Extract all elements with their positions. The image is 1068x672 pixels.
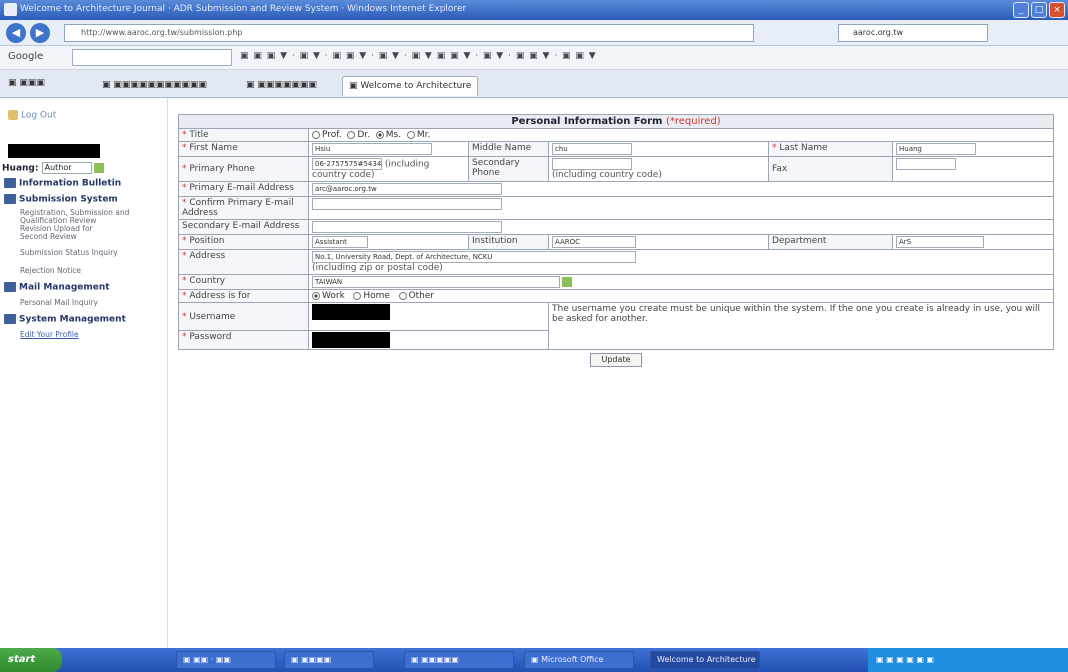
minimize-button[interactable]: _ (1013, 2, 1029, 18)
secondary-phone-label: Secondary Phone (472, 158, 520, 178)
country-label: Country (189, 276, 226, 286)
user-line: Huang: Author (2, 162, 104, 174)
middle-name-label: Middle Name (472, 143, 532, 153)
form-title: Personal Information Form (*required) (178, 114, 1054, 129)
title-label: Title (189, 130, 209, 140)
department-field[interactable]: ArS (896, 236, 984, 248)
folder-icon (4, 194, 16, 204)
favorites-button[interactable]: ▣ ▣▣▣ (8, 78, 45, 88)
radio-work[interactable] (312, 291, 320, 300)
secondary-phone-hint: (including country code) (552, 170, 662, 180)
taskbar-item-active[interactable]: Welcome to Architecture (650, 651, 760, 669)
position-label: Position (189, 236, 225, 246)
secondary-email-field[interactable] (312, 221, 502, 233)
taskbar-item[interactable]: ▣ ▣▣▣▣ (284, 651, 374, 669)
sidebar-item-edit-profile[interactable]: Edit Your Profile (20, 330, 79, 339)
middle-name-field[interactable]: chu (552, 143, 632, 155)
first-name-field[interactable]: Hsiu (312, 143, 432, 155)
role-select[interactable]: Author (41, 162, 92, 174)
position-field[interactable]: Assistant (312, 236, 368, 248)
sidebar-item-status[interactable]: Submission Status Inquiry (20, 248, 118, 257)
fax-label: Fax (772, 164, 788, 174)
country-dropdown-icon[interactable] (562, 277, 572, 287)
update-button[interactable]: Update (590, 353, 642, 367)
window-title: Welcome to Architecture Journal · ADR Su… (20, 4, 467, 14)
radio-prof[interactable] (312, 130, 320, 139)
taskbar-item[interactable]: ▣ Microsoft Office (524, 651, 634, 669)
last-name-label: Last Name (779, 143, 828, 153)
google-label: Google (8, 51, 44, 62)
role-go-button[interactable] (93, 163, 104, 173)
main-content: Personal Information Form (*required) * … (178, 114, 1054, 367)
password-field-redacted[interactable] (312, 332, 390, 348)
taskbar: start ▣ ▣▣ · ▣▣ ▣ ▣▣▣▣ ▣ ▣▣▣▣▣ ▣ Microso… (0, 648, 1068, 672)
google-toolbar: Google ▣ ▣ ▣ ▼ · ▣ ▼ · ▣ ▣ ▼ · ▣ ▼ · ▣ ▼… (0, 46, 1068, 70)
close-button[interactable]: × (1049, 2, 1065, 18)
primary-phone-label: Primary Phone (189, 164, 255, 174)
sidebar-section-mail[interactable]: Mail Management (4, 282, 110, 293)
redacted-user-name (8, 144, 100, 158)
radio-ms[interactable] (375, 130, 384, 139)
radio-dr[interactable] (347, 130, 356, 139)
forward-icon[interactable]: ▶ (30, 23, 50, 43)
maximize-button[interactable]: □ (1031, 2, 1047, 18)
confirm-email-label: Confirm Primary E-mail Address (182, 198, 294, 218)
confirm-email-field[interactable] (312, 198, 502, 210)
username-label: Username (189, 311, 236, 322)
username-note: The username you create must be unique w… (548, 302, 1054, 350)
first-name-label: First Name (189, 143, 238, 153)
primary-email-field[interactable]: arc@aaroc.org.tw (312, 183, 502, 195)
sidebar-item-rejection[interactable]: Rejection Notice (20, 266, 81, 275)
address-bar: ◀ ▶ http://www.aaroc.org.tw/submission.p… (0, 20, 1068, 46)
google-search-input[interactable] (72, 49, 232, 66)
start-button[interactable]: start (0, 648, 62, 672)
sidebar-item-mail[interactable]: Personal Mail Inquiry (20, 298, 98, 307)
taskbar-item[interactable]: ▣ ▣▣▣▣▣ (404, 651, 514, 669)
folder-icon (4, 314, 16, 324)
back-icon[interactable]: ◀ (6, 23, 26, 43)
tab-2[interactable]: ▣ ▣▣▣▣▣▣▣ (240, 76, 323, 96)
tabs-bar: ▣ ▣▣▣ ▣ ▣▣▣▣▣▣▣▣▣▣▣ ▣ ▣▣▣▣▣▣▣ ▣ Welcome … (0, 70, 1068, 98)
url-input[interactable]: http://www.aaroc.org.tw/submission.php (64, 24, 754, 42)
search-input[interactable]: aaroc.org.tw (838, 24, 988, 42)
country-select[interactable]: TAIWAN (312, 276, 560, 288)
ie-icon (4, 3, 17, 16)
sidebar: Log Out Huang: Author Information Bullet… (0, 98, 168, 648)
personal-info-form: Personal Information Form (*required) * … (178, 114, 1054, 350)
radio-other[interactable] (398, 291, 407, 300)
secondary-phone-field[interactable] (552, 158, 632, 170)
taskbar-item[interactable]: ▣ ▣▣ · ▣▣ (176, 651, 276, 669)
radio-mr[interactable] (406, 130, 415, 139)
google-toolbar-icons[interactable]: ▣ ▣ ▣ ▼ · ▣ ▼ · ▣ ▣ ▼ · ▣ ▼ · ▣ ▼ ▣ ▣ ▼ … (240, 51, 597, 61)
radio-home[interactable] (353, 291, 362, 300)
institution-field[interactable]: AAROC (552, 236, 636, 248)
tab-1[interactable]: ▣ ▣▣▣▣▣▣▣▣▣▣▣ (96, 76, 213, 96)
title-options: Prof. Dr. Ms. Mr. (308, 128, 1054, 142)
primary-phone-field[interactable]: 06-2757575#54341 (312, 158, 382, 170)
system-tray: ▣ ▣ ▣ ▣ ▣ ▣ (868, 648, 1068, 672)
address-field[interactable]: No.1, University Road, Dept. of Architec… (312, 251, 636, 263)
fax-field[interactable] (896, 158, 956, 170)
sidebar-section-system[interactable]: System Management (4, 314, 126, 325)
sidebar-section-submission[interactable]: Submission System (4, 194, 118, 205)
address-label: Address (189, 251, 226, 261)
window-title-bar: Welcome to Architecture Journal · ADR Su… (0, 0, 1068, 20)
folder-icon (4, 178, 16, 188)
primary-email-label: Primary E-mail Address (189, 183, 294, 193)
address-is-for-options: Work Home Other (308, 289, 1054, 303)
logout-link[interactable]: Log Out (8, 110, 56, 121)
tab-active[interactable]: ▣ Welcome to Architecture (342, 76, 479, 96)
institution-label: Institution (472, 236, 518, 246)
address-is-for-label: Address is for (189, 291, 251, 301)
sidebar-item-second-review[interactable]: Second Review (20, 232, 77, 241)
logout-icon (8, 110, 18, 120)
password-label: Password (189, 332, 232, 342)
sidebar-section-bulletin[interactable]: Information Bulletin (4, 178, 121, 189)
department-label: Department (772, 236, 827, 246)
folder-icon (4, 282, 16, 292)
last-name-field[interactable]: Huang (896, 143, 976, 155)
username-field-redacted[interactable] (312, 304, 390, 320)
address-hint: (including zip or postal code) (312, 263, 443, 273)
secondary-email-label: Secondary E-mail Address (182, 221, 300, 231)
